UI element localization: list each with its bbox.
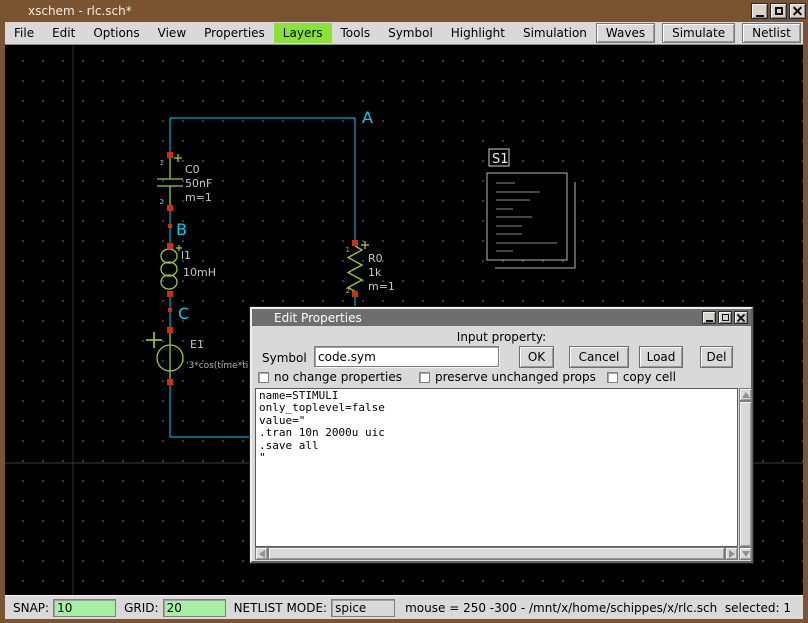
- res-name: R0: [368, 252, 383, 265]
- menu-layers[interactable]: Layers: [274, 23, 332, 43]
- close-icon[interactable]: [789, 3, 806, 19]
- dialog-minimize-icon[interactable]: [702, 311, 716, 324]
- menu-view[interactable]: View: [149, 23, 195, 43]
- src-value: '3*cos(time*ti: [186, 361, 248, 371]
- del-button[interactable]: Del: [700, 346, 733, 368]
- code-block-s1[interactable]: S1: [487, 149, 575, 268]
- source-e1[interactable]: E1 '3*cos(time*ti: [146, 327, 248, 385]
- scroll-down-icon[interactable]: [739, 547, 752, 560]
- symbol-label: Symbol: [262, 351, 307, 365]
- net-label-b[interactable]: B: [168, 220, 187, 239]
- netlist-mode-label: NETLIST MODE:: [234, 601, 328, 615]
- waves-button[interactable]: Waves: [596, 23, 655, 43]
- checkbox-row: no change properties preserve unchanged …: [258, 370, 676, 384]
- dialog-close-icon[interactable]: [734, 311, 748, 324]
- dialog-maximize-icon[interactable]: [718, 311, 732, 324]
- scroll-left-icon[interactable]: [255, 547, 268, 560]
- netlist-button[interactable]: Netlist: [742, 23, 801, 43]
- simulate-button[interactable]: Simulate: [662, 23, 735, 43]
- horizontal-scroll-thumb[interactable]: [268, 547, 725, 560]
- maximize-icon[interactable]: [770, 3, 787, 19]
- vertical-scrollbar[interactable]: [739, 388, 752, 560]
- netlist-mode-input[interactable]: spice: [331, 599, 395, 617]
- load-button[interactable]: Load: [639, 346, 683, 368]
- scroll-up-icon[interactable]: [739, 388, 752, 401]
- symbol-input[interactable]: [314, 346, 499, 367]
- no-change-label: no change properties: [274, 370, 402, 384]
- menu-edit[interactable]: Edit: [43, 23, 84, 43]
- menubar: File Edit Options View Properties Layers…: [5, 22, 803, 45]
- dialog-controls: [702, 311, 748, 324]
- menu-properties[interactable]: Properties: [195, 23, 274, 43]
- checkbox-no-change[interactable]: no change properties: [258, 370, 402, 384]
- scroll-right-icon[interactable]: [725, 547, 738, 560]
- res-pin1: 1: [346, 246, 350, 254]
- svg-text:A: A: [362, 108, 373, 127]
- dialog-titlebar[interactable]: Edit Properties: [252, 309, 751, 326]
- code-block-label: S1: [492, 152, 509, 167]
- cap-value: 50nF: [185, 177, 212, 190]
- window-title: xschem - rlc.sch*: [0, 4, 132, 18]
- menu-tools[interactable]: Tools: [332, 23, 380, 43]
- menu-highlight[interactable]: Highlight: [442, 23, 514, 43]
- menu-options[interactable]: Options: [84, 23, 148, 43]
- copy-cell-label: copy cell: [623, 370, 676, 384]
- snap-input[interactable]: 10: [53, 599, 116, 617]
- grid-label: GRID:: [124, 601, 158, 615]
- menu-file[interactable]: File: [5, 23, 43, 43]
- inductor-l1[interactable]: l1 10mH: [161, 243, 216, 297]
- res-pin2: 2: [346, 287, 350, 295]
- horizontal-scrollbar[interactable]: [255, 547, 738, 560]
- ok-button[interactable]: OK: [519, 346, 554, 368]
- window-controls: [751, 3, 806, 19]
- dialog-prompt: Input property:: [252, 330, 751, 344]
- checkbox-copy-cell[interactable]: copy cell: [607, 370, 676, 384]
- resistor-r0[interactable]: 1 2 R0 1k m=1: [346, 240, 395, 297]
- ind-value: 10mH: [183, 266, 216, 279]
- properties-textarea[interactable]: name=STIMULI only_toplevel=false value="…: [255, 388, 738, 547]
- menu-simulation[interactable]: Simulation: [514, 23, 596, 43]
- dialog-title: Edit Properties: [252, 311, 362, 325]
- vertical-scroll-thumb[interactable]: [739, 401, 752, 547]
- checkbox-preserve[interactable]: preserve unchanged props: [419, 370, 596, 384]
- grid-input[interactable]: 20: [163, 599, 226, 617]
- net-label-c[interactable]: C: [168, 304, 189, 323]
- menu-symbol[interactable]: Symbol: [379, 23, 442, 43]
- svg-text:B: B: [176, 220, 187, 239]
- window-titlebar[interactable]: xschem - rlc.sch*: [0, 0, 808, 22]
- statusbar: SNAP: 10 GRID: 20 NETLIST MODE: spice mo…: [5, 595, 803, 619]
- xschem-window: xschem - rlc.sch* File Edit Options View…: [0, 0, 808, 623]
- no-change-checkbox-box[interactable]: [258, 372, 269, 383]
- copy-cell-checkbox-box[interactable]: [607, 372, 618, 383]
- minimize-icon[interactable]: [751, 3, 768, 19]
- capacitor-c0[interactable]: 1 2 C0 50nF m=1: [157, 152, 212, 211]
- cap-name: C0: [185, 163, 200, 176]
- cancel-button[interactable]: Cancel: [569, 346, 629, 368]
- status-info: mouse = 250 -300 - /mnt/x/home/schippes/…: [405, 601, 791, 615]
- cap-pin1: 1: [160, 159, 164, 167]
- edit-properties-dialog: Edit Properties Input property: Symbol O…: [250, 307, 753, 563]
- src-name: E1: [190, 338, 204, 351]
- net-label-a[interactable]: A: [362, 108, 373, 127]
- preserve-label: preserve unchanged props: [435, 370, 596, 384]
- svg-text:C: C: [178, 304, 189, 323]
- ind-name: l1: [181, 249, 191, 262]
- preserve-checkbox-box[interactable]: [419, 372, 430, 383]
- cap-pin2: 2: [160, 198, 164, 206]
- res-value: 1k: [368, 266, 382, 279]
- res-mult: m=1: [368, 280, 395, 293]
- cap-mult: m=1: [185, 191, 212, 204]
- snap-label: SNAP:: [13, 601, 49, 615]
